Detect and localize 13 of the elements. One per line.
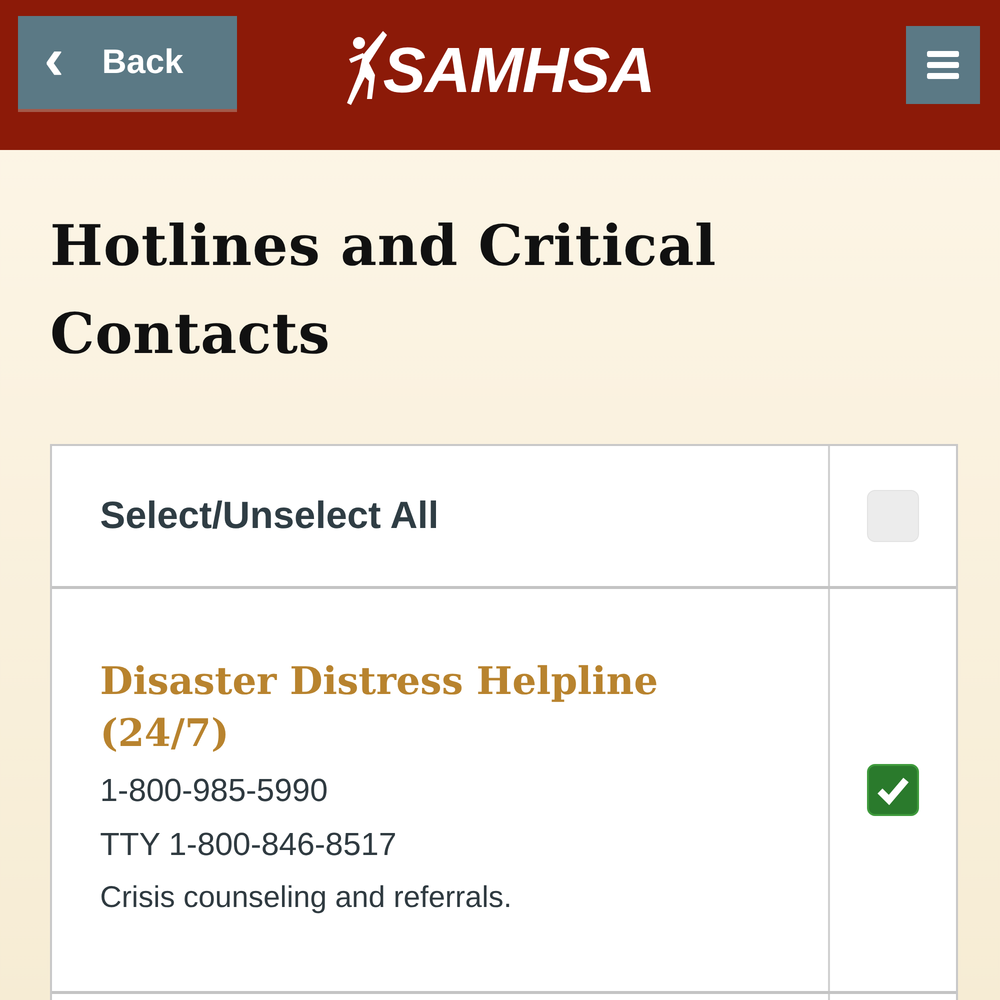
contact-name-link[interactable]: Disaster Distress Helpline (24/7) — [100, 655, 720, 759]
phone-number: 1-800-985-5990 — [100, 771, 329, 810]
tty-number: TTY 1-800-846-8517 — [100, 825, 398, 864]
menu-button[interactable] — [906, 26, 980, 104]
check-icon — [876, 775, 910, 805]
menu-icon — [927, 51, 959, 79]
contact-checkbox[interactable] — [867, 764, 919, 816]
contact-description: Crisis counseling and referrals. — [100, 880, 513, 916]
back-button[interactable]: ‹ Back — [18, 16, 237, 112]
select-all-checkbox[interactable] — [867, 490, 919, 542]
select-all-label: Select/Unselect All — [100, 494, 440, 538]
page-title: Hotlines and Critical Contacts — [50, 212, 718, 369]
logo-text: SAMHSA — [383, 33, 654, 107]
